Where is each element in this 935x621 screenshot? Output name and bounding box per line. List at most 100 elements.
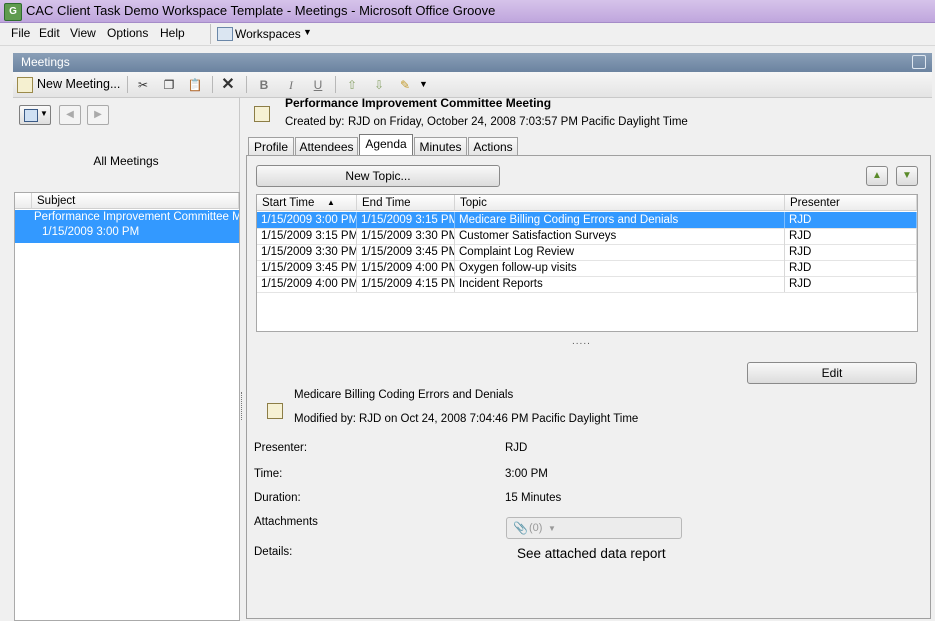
- details-value: See attached data report: [517, 546, 666, 561]
- column-header-start-time[interactable]: Start Time ▲: [257, 195, 357, 211]
- row-end-time: 1/15/2009 4:00 PM: [357, 260, 455, 276]
- row-presenter: RJD: [785, 276, 917, 292]
- row-topic: Complaint Log Review: [455, 244, 785, 260]
- title-bar: G CAC Client Task Demo Workspace Templat…: [0, 0, 935, 23]
- highlight-icon[interactable]: ✎: [397, 77, 413, 93]
- row-end-time: 1/15/2009 3:15 PM: [357, 212, 455, 228]
- bold-icon[interactable]: B: [256, 77, 272, 93]
- filter-label: All Meetings: [93, 154, 159, 168]
- menu-bar: File Edit View Options Help Workspaces ▼: [0, 23, 935, 46]
- menu-options[interactable]: Options: [107, 26, 148, 40]
- toolbar-separator: [212, 76, 213, 93]
- row-topic: Oxygen follow-up visits: [455, 260, 785, 276]
- move-up-icon[interactable]: ▲: [866, 166, 888, 186]
- previous-icon[interactable]: ◀: [59, 105, 81, 125]
- next-icon[interactable]: ▶: [87, 105, 109, 125]
- tool-title: Meetings: [21, 55, 70, 69]
- modified-by-label: Modified by:: [294, 413, 357, 425]
- row-presenter: RJD: [785, 244, 917, 260]
- agenda-row[interactable]: 1/15/2009 3:45 PM 1/15/2009 4:00 PM Oxygen…: [257, 260, 917, 277]
- tab-profile[interactable]: Profile: [248, 137, 294, 155]
- row-presenter: RJD: [785, 212, 917, 228]
- meeting-icon: [254, 106, 270, 122]
- tab-minutes[interactable]: Minutes: [414, 137, 467, 155]
- row-end-time: 1/15/2009 4:15 PM: [357, 276, 455, 292]
- tab-attendees[interactable]: Attendees: [295, 137, 358, 155]
- row-presenter: RJD: [785, 260, 917, 276]
- maximize-icon[interactable]: [912, 55, 926, 69]
- demote-icon[interactable]: ⇩: [371, 77, 387, 93]
- column-header-end-time[interactable]: End Time: [357, 195, 455, 211]
- row-end-time: 1/15/2009 3:45 PM: [357, 244, 455, 260]
- attachments-count: (0): [529, 522, 543, 534]
- row-start-time: 1/15/2009 3:00 PM: [257, 212, 357, 228]
- move-down-icon[interactable]: ▼: [896, 166, 918, 186]
- column-header-label: Start Time: [262, 197, 315, 209]
- presenter-value: RJD: [505, 442, 528, 454]
- view-selector-button[interactable]: ▼: [19, 105, 51, 125]
- pane-splitter[interactable]: [241, 392, 245, 420]
- meeting-subject: Performance Improvement Committee Meetin…: [34, 211, 239, 223]
- menu-file[interactable]: File: [11, 26, 30, 40]
- chevron-down-icon: ▼: [40, 109, 48, 118]
- created-by-value: RJD on Friday, October 24, 2008 7:03:57 …: [348, 116, 688, 128]
- workspaces-icon: [217, 27, 233, 41]
- window-title: CAC Client Task Demo Workspace Template …: [26, 3, 496, 18]
- agenda-table: Start Time ▲ End Time Topic Presenter 1/…: [256, 194, 918, 332]
- column-header-topic[interactable]: Topic: [455, 195, 785, 211]
- delete-icon[interactable]: ✕: [220, 77, 236, 93]
- copy-icon[interactable]: ❐: [161, 77, 177, 93]
- time-value: 3:00 PM: [505, 468, 548, 480]
- agenda-row[interactable]: 1/15/2009 3:30 PM 1/15/2009 3:45 PM Compla…: [257, 244, 917, 261]
- details-label: Details:: [254, 546, 293, 558]
- new-meeting-label: New Meeting...: [37, 77, 121, 91]
- menu-view[interactable]: View: [70, 26, 96, 40]
- underline-icon[interactable]: U: [310, 77, 326, 93]
- row-topic: Customer Satisfaction Surveys: [455, 228, 785, 244]
- agenda-row[interactable]: 1/15/2009 4:00 PM 1/15/2009 4:15 PM Incide…: [257, 276, 917, 293]
- meeting-title: Performance Improvement Committee Meetin…: [285, 96, 552, 110]
- workspaces-button[interactable]: Workspaces ▼: [210, 24, 317, 44]
- toolbar: New Meeting... ✂ ❐ 📋 ✕ B I U ⇧ ⇩ ✎ ▼: [13, 72, 932, 98]
- row-start-time: 1/15/2009 4:00 PM: [257, 276, 357, 292]
- agenda-row[interactable]: 1/15/2009 3:15 PM 1/15/2009 3:30 PM Custom…: [257, 228, 917, 245]
- cut-icon[interactable]: ✂: [135, 77, 151, 93]
- chevron-down-icon: ▼: [548, 524, 556, 533]
- menu-help[interactable]: Help: [160, 26, 185, 40]
- row-start-time: 1/15/2009 3:15 PM: [257, 228, 357, 244]
- row-start-time: 1/15/2009 3:45 PM: [257, 260, 357, 276]
- tab-agenda[interactable]: Agenda: [359, 134, 413, 156]
- edit-button[interactable]: Edit: [747, 362, 917, 384]
- attachments-dropdown[interactable]: 📎 (0) ▼: [506, 517, 682, 539]
- row-start-time: 1/15/2009 3:30 PM: [257, 244, 357, 260]
- toolbar-separator: [335, 76, 336, 93]
- duration-value: 15 Minutes: [505, 492, 562, 504]
- toolbar-separator: [127, 76, 128, 93]
- meeting-list: Subject Performance Improvement Committe…: [14, 192, 240, 621]
- agenda-splitter[interactable]: .....: [572, 336, 591, 347]
- toolbar-separator: [246, 76, 247, 93]
- time-label: Time:: [254, 468, 283, 480]
- created-by-label: Created by:: [285, 116, 345, 128]
- tab-actions[interactable]: Actions: [468, 137, 518, 155]
- paperclip-icon: 📎: [513, 521, 528, 535]
- row-end-time: 1/15/2009 3:30 PM: [357, 228, 455, 244]
- paste-icon[interactable]: 📋: [187, 77, 203, 93]
- menu-edit[interactable]: Edit: [39, 26, 60, 40]
- meeting-date: 1/15/2009 3:00 PM: [42, 226, 140, 238]
- topic-icon: [267, 403, 283, 419]
- detail-topic: Medicare Billing Coding Errors and Denia…: [294, 389, 514, 401]
- chevron-down-icon[interactable]: ▼: [419, 79, 428, 89]
- meeting-list-item[interactable]: Performance Improvement Committee Meetin…: [15, 210, 239, 243]
- promote-icon[interactable]: ⇧: [344, 77, 360, 93]
- italic-icon[interactable]: I: [283, 77, 299, 93]
- new-topic-button[interactable]: New Topic...: [256, 165, 500, 187]
- column-header-subject[interactable]: Subject: [32, 193, 239, 209]
- groove-app-icon: G: [4, 3, 22, 21]
- column-header-presenter[interactable]: Presenter: [785, 195, 917, 211]
- sort-ascending-icon: ▲: [327, 198, 335, 207]
- row-topic: Incident Reports: [455, 276, 785, 292]
- presenter-label: Presenter:: [254, 442, 308, 454]
- agenda-row[interactable]: 1/15/2009 3:00 PM 1/15/2009 3:15 PM Medica…: [257, 212, 917, 229]
- column-header-icon[interactable]: [15, 193, 32, 209]
